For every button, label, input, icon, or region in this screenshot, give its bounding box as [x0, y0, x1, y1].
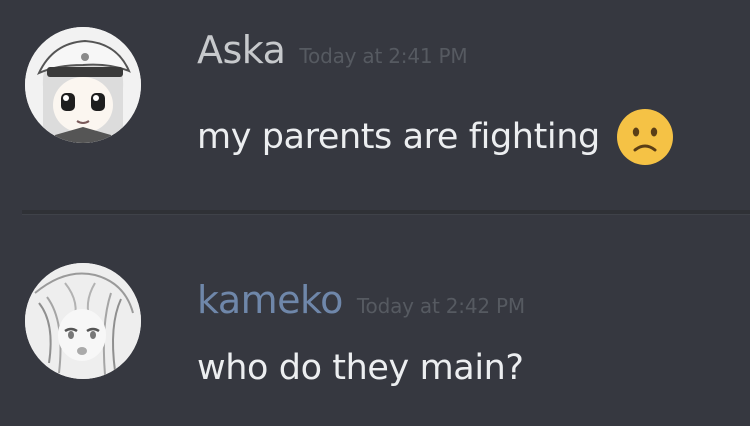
frowning-face-emoji — [616, 109, 673, 165]
avatar[interactable] — [25, 27, 141, 143]
timestamp: Today at 2:42 PM — [356, 294, 525, 318]
anime-girl-with-hat-avatar — [25, 27, 141, 143]
username[interactable]: Aska — [197, 28, 286, 72]
message-header: Aska Today at 2:41 PM — [197, 28, 468, 72]
message-divider — [22, 210, 750, 215]
message-content: my parents are fighting — [197, 108, 674, 166]
message-content: who do they main? — [197, 348, 524, 388]
message-text: my parents are fighting — [197, 117, 600, 157]
avatar[interactable] — [25, 263, 141, 379]
chat-message: kameko Today at 2:42 PM who do they main… — [0, 216, 750, 426]
message-header: kameko Today at 2:42 PM — [197, 278, 525, 322]
timestamp: Today at 2:41 PM — [299, 44, 468, 68]
chat-message: Aska Today at 2:41 PM my parents are fig… — [0, 0, 750, 210]
message-text: who do they main? — [197, 348, 524, 388]
sketched-anime-girl-avatar — [25, 263, 141, 379]
chat-window: Aska Today at 2:41 PM my parents are fig… — [0, 0, 750, 426]
username[interactable]: kameko — [197, 278, 343, 322]
